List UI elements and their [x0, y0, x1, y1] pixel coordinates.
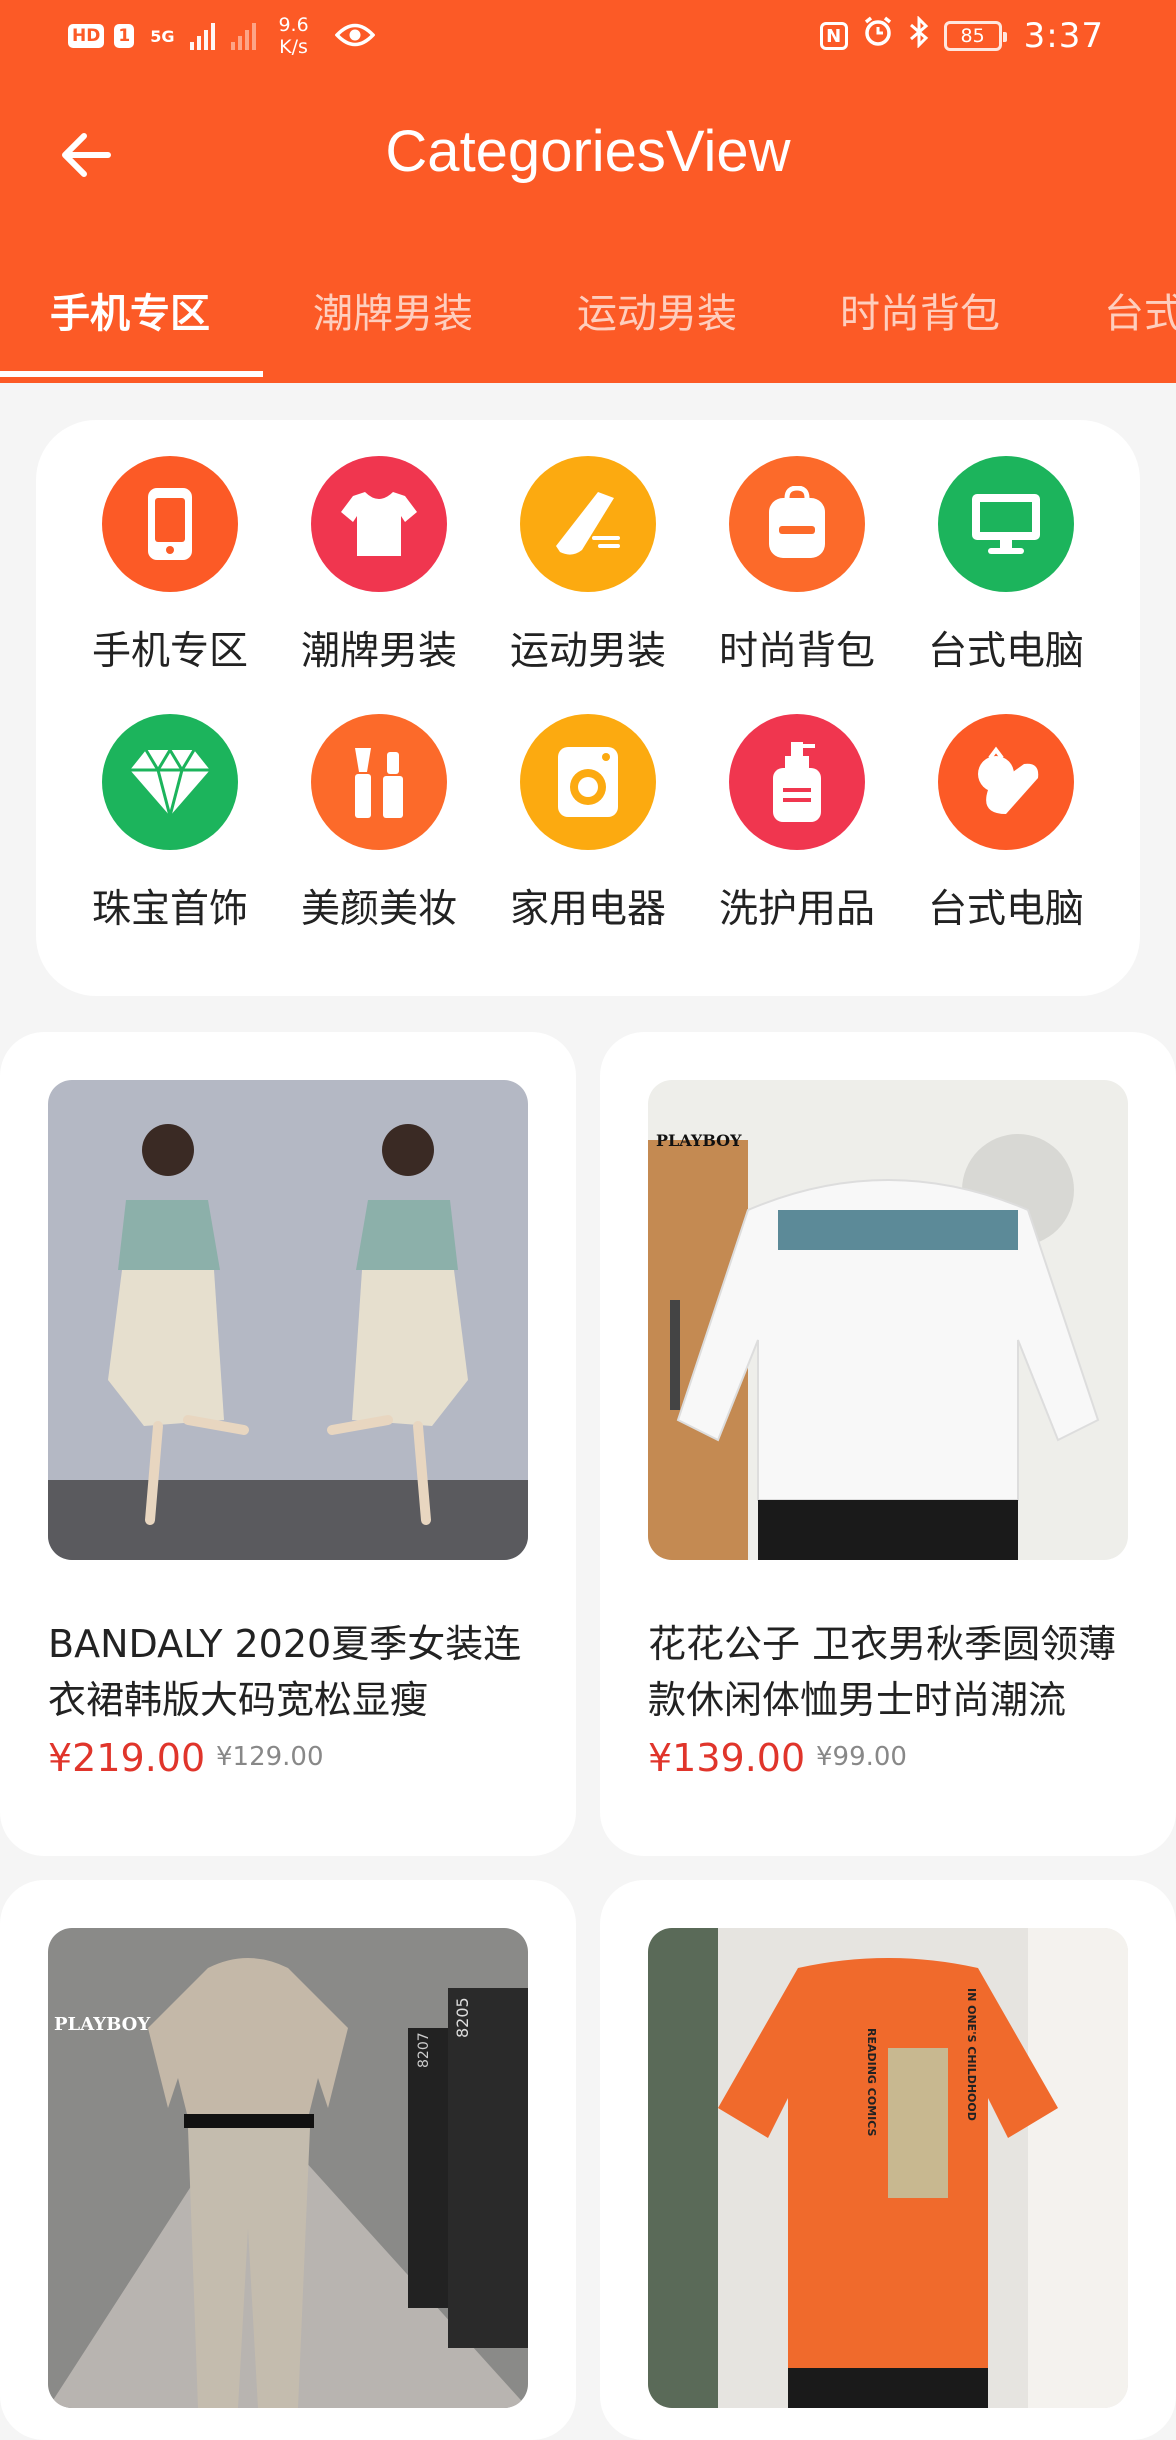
cosmetics-icon [311, 714, 447, 850]
category-grid: 手机专区 潮牌男装 运动男装 时尚背包 台式电脑 珠宝首饰 美颜美妆 家用电器 … [36, 420, 1140, 996]
product-photo-woman-dress [48, 1080, 528, 1560]
vegetables-icon [938, 714, 1074, 850]
product-photo-orange-tshirt: IN ONE'S CHILDHOOD READING COMICS [648, 1928, 1128, 2408]
category-item-desktop[interactable]: 台式电脑 [906, 420, 1106, 674]
room-number-8205: 8205 [453, 1997, 472, 2038]
monitor-icon [938, 456, 1074, 592]
app-header: HD 1 5G 9.6 K/s N 85 3:37 CategoriesView… [0, 0, 1176, 383]
category-label: 台式电脑 [927, 629, 1084, 674]
tee-print-childhood: IN ONE'S CHILDHOOD [965, 1988, 978, 2121]
category-label: 运动男装 [509, 629, 666, 674]
battery-level: 85 [960, 25, 985, 47]
sim-badge: 1 [114, 24, 135, 48]
category-item-backpack[interactable]: 时尚背包 [697, 420, 897, 674]
backpack-icon [729, 456, 865, 592]
product-image[interactable]: IN ONE'S CHILDHOOD READING COMICS [648, 1928, 1128, 2408]
alarm-icon [862, 16, 894, 56]
category-item-tshirt[interactable]: 潮牌男装 [279, 420, 479, 674]
signal-2-icon [231, 22, 257, 50]
category-label: 珠宝首饰 [91, 887, 248, 932]
washing-machine-icon [520, 714, 656, 850]
category-item-appliances[interactable]: 家用电器 [488, 678, 688, 932]
battery-icon: 85 [943, 21, 1007, 51]
category-label: 美颜美妆 [300, 887, 457, 932]
tab-desktop[interactable]: 台式 [1104, 262, 1176, 383]
playboy-logo-text: PLAYBOY [54, 2014, 151, 2035]
tshirt-icon [311, 456, 447, 592]
product-title: 花花公子 卫衣男秋季圆领薄款休闲体恤男士时尚潮流 [648, 1622, 1117, 1722]
product-title: BANDALY 2020夏季女装连衣裙韩版大码宽松显瘦 [48, 1622, 522, 1722]
category-item-personal-care[interactable]: 洗护用品 [697, 678, 897, 932]
category-label: 洗护用品 [718, 887, 875, 932]
diamond-icon [102, 714, 238, 850]
product-price: ¥139.00 [648, 1736, 806, 1780]
tab-phone-zone[interactable]: 手机专区 [50, 262, 210, 383]
product-image[interactable]: 8205 8207 PLAYBOY [48, 1928, 528, 2408]
product-card[interactable]: PLAYBOY 花花公子 卫衣男秋季圆领薄款休闲体恤男士时尚潮流 ¥139.00… [600, 1032, 1176, 1856]
tab-fashion-bags[interactable]: 时尚背包 [840, 262, 1000, 383]
category-label: 手机专区 [91, 629, 248, 674]
playboy-logo-text: PLAYBOY [656, 1131, 742, 1150]
eye-icon [334, 17, 376, 56]
category-label: 家用电器 [509, 887, 666, 932]
category-item-sports[interactable]: 运动男装 [488, 420, 688, 674]
product-card[interactable]: BANDALY 2020夏季女装连衣裙韩版大码宽松显瘦 ¥219.00 ¥129… [0, 1032, 576, 1856]
category-item-cosmetics[interactable]: 美颜美妆 [279, 678, 479, 932]
category-label: 时尚背包 [718, 629, 875, 674]
product-photo-men-sweatshirt: PLAYBOY [648, 1080, 1128, 1560]
network-speed: 9.6 K/s [278, 14, 308, 58]
category-item-desktop-2[interactable]: 台式电脑 [906, 678, 1106, 932]
product-original-price: ¥99.00 [816, 1742, 907, 1772]
status-time: 3:37 [1023, 16, 1104, 56]
page-title: CategoriesView [385, 119, 791, 184]
product-image[interactable]: PLAYBOY [648, 1080, 1128, 1560]
product-card[interactable]: IN ONE'S CHILDHOOD READING COMICS [600, 1880, 1176, 2440]
category-item-phone[interactable]: 手机专区 [70, 420, 270, 674]
sneaker-icon [520, 456, 656, 592]
category-tabs: 手机专区 潮牌男装 运动男装 时尚背包 台式 [0, 262, 1176, 383]
product-price: ¥219.00 [48, 1736, 206, 1780]
category-item-jewelry[interactable]: 珠宝首饰 [70, 678, 270, 932]
signal-icon [190, 22, 216, 50]
tab-indicator [0, 371, 263, 377]
product-card[interactable]: 8205 8207 PLAYBOY [0, 1880, 576, 2440]
speed-value: 9.6 [278, 14, 309, 36]
bluetooth-icon [908, 15, 930, 56]
speed-unit: K/s [279, 36, 308, 58]
product-image[interactable] [48, 1080, 528, 1560]
category-label: 台式电脑 [927, 887, 1084, 932]
status-bar: HD 1 5G 9.6 K/s N 85 3:37 [0, 0, 1176, 72]
lotion-bottle-icon [729, 714, 865, 850]
product-original-price: ¥129.00 [216, 1742, 324, 1772]
room-number-8207: 8207 [416, 2032, 432, 2068]
tab-trendy-menswear[interactable]: 潮牌男装 [313, 262, 473, 383]
category-label: 潮牌男装 [300, 629, 457, 674]
phone-icon [102, 456, 238, 592]
network-type: 5G [150, 26, 175, 46]
tab-sports-menswear[interactable]: 运动男装 [577, 262, 737, 383]
status-right: N 85 3:37 [819, 15, 1104, 56]
nfc-icon: N [819, 22, 848, 50]
hd-badge: HD [68, 24, 105, 48]
status-left: HD 1 5G 9.6 K/s [68, 14, 376, 58]
tee-print-comics: READING COMICS [865, 2028, 878, 2137]
product-photo-men-tshirt-set: 8205 8207 PLAYBOY [48, 1928, 528, 2408]
